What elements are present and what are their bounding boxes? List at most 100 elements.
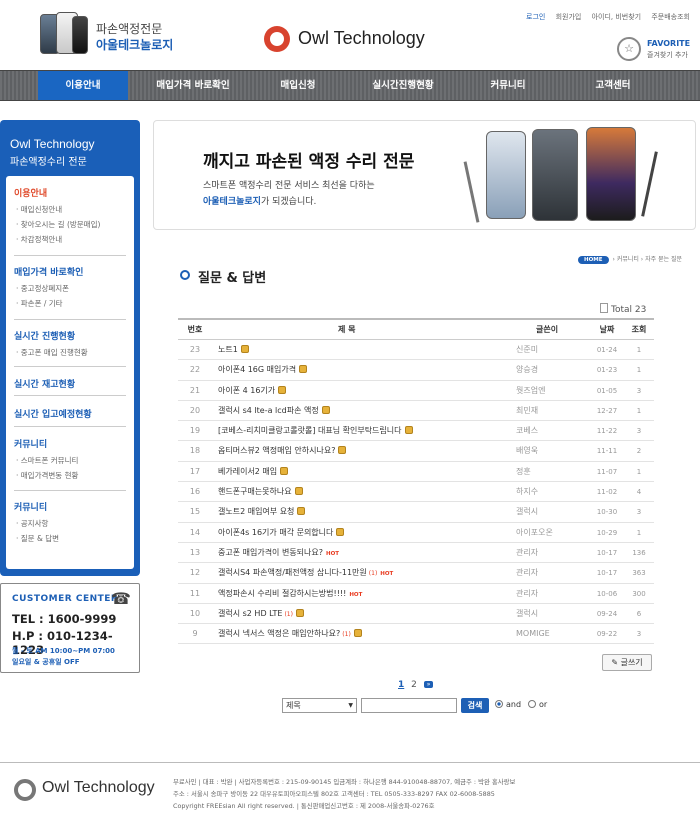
row-number: 16 <box>189 487 201 497</box>
row-date: 09-24 <box>596 609 618 618</box>
table-row[interactable]: 14 아이폰4s 16기가 매각 문의합니다 아이포오온 10-29 1 <box>178 523 654 543</box>
sidebar-item-purchase-progress[interactable]: · 중고폰 매입 진행현황 <box>16 347 88 358</box>
sidebar-item-deduction[interactable]: · 차감정책안내 <box>16 234 62 245</box>
row-date: 11-11 <box>596 447 618 456</box>
next-page-icon[interactable]: » <box>423 681 434 688</box>
table-row[interactable]: 10 갤럭시 s2 HD LTE (1) 갤럭시 09-24 6 <box>178 604 654 625</box>
search-bar: 제목 검색 and or <box>282 697 582 715</box>
nav-item-community[interactable]: 커뮤니티 <box>468 71 548 100</box>
divider <box>14 426 126 427</box>
nav-item-apply[interactable]: 매입신청 <box>258 71 338 100</box>
header-hits: 조회 <box>631 325 647 334</box>
sidebar-item-used-phones[interactable]: · 중고정상폐지폰 <box>16 283 69 294</box>
row-subject[interactable]: 갤노트2 매입여부 요청 <box>218 502 306 522</box>
nav-item-progress[interactable]: 실시간진행현황 <box>348 71 458 100</box>
row-subject[interactable]: 옵티머스뷰2 액정매입 안하시나요? <box>218 441 347 461</box>
favorite-subtitle: 즐겨찾기 추가 <box>647 51 688 59</box>
row-subject[interactable]: 아이폰4s 16기가 매각 문의합니다 <box>218 523 345 543</box>
sidebar-section-progress[interactable]: 실시간 진행현황 <box>14 329 75 342</box>
sidebar-section-guide[interactable]: 이용안내 <box>14 186 47 199</box>
radio-or[interactable]: or <box>528 700 547 709</box>
row-hits: 3 <box>636 386 642 395</box>
row-date: 10-17 <box>596 548 618 557</box>
row-subject[interactable]: 갤럭시 s2 HD LTE (1) <box>218 604 304 625</box>
hero-banner: 깨지고 파손된 액정 수리 전문 스마트폰 액정수리 전문 서비스 최선을 다하… <box>153 120 696 230</box>
row-subject[interactable]: [코베스-리치미클랑고롤랏롤] 대표님 확인부탁드립니다 <box>218 421 413 441</box>
radio-and[interactable]: and <box>495 700 521 709</box>
radio-unchecked-icon <box>528 700 536 708</box>
lock-icon <box>404 426 413 435</box>
sidebar-item-notice[interactable]: · 공지사항 <box>16 518 48 529</box>
sidebar-item-broken-phones[interactable]: · 파손폰 / 기타 <box>16 298 63 309</box>
sidebar-section-community-2[interactable]: 커뮤니티 <box>14 500 47 513</box>
sidebar-section-stock[interactable]: 실시간 재고현황 <box>14 377 75 390</box>
table-row[interactable]: 12 갤럭시S4 파손액정/패전액정 삽니다-11만원 (1) HOT 관리자 10-17… <box>178 563 654 584</box>
comment-count: (1) <box>284 610 293 618</box>
row-subject[interactable]: 핸드폰구매는못하나요 <box>218 482 303 502</box>
find-account-link[interactable]: 아이디, 비번찾기 <box>592 13 642 21</box>
signup-link[interactable]: 회원가입 <box>556 13 582 21</box>
customer-center: CUSTOMER CENTER ☎ TEL : 1600-9999 H.P : … <box>0 583 140 673</box>
table-row[interactable]: 9 갤럭시 넥서스 액정은 매입안하나요? (1) MOMIGE 09-22 3 <box>178 624 654 645</box>
total-count: Total 23 <box>600 303 646 315</box>
table-row[interactable]: 16 핸드폰구매는못하나요 하지수 11-02 4 <box>178 482 654 503</box>
table-row[interactable]: 23 노트1 신준미 01-24 1 <box>178 340 654 361</box>
row-subject[interactable]: 갤럭시 넥서스 액정은 매입안하나요? (1) <box>218 624 362 645</box>
row-number: 18 <box>189 446 201 456</box>
hot-icon: HOT <box>380 571 394 578</box>
row-subject[interactable]: 노트1 <box>218 340 249 360</box>
row-subject[interactable]: 중고폰 매입가격이 변동되나요? HOT <box>218 543 339 564</box>
lock-icon <box>240 345 249 353</box>
table-row[interactable]: 15 갤노트2 매입여부 요청 갤럭시 10-30 3 <box>178 502 654 523</box>
site-logo[interactable]: 파손액정전문 아울테크놀로지 <box>38 10 188 60</box>
sidebar-item-apply-guide[interactable]: · 매입신청안내 <box>16 204 62 215</box>
sidebar-item-qna[interactable]: · 질문 & 답변 <box>16 533 59 544</box>
table-row[interactable]: 17 베가레이서2 매입 정훈 11-07 1 <box>178 462 654 483</box>
page-2[interactable]: 2 <box>411 680 417 690</box>
search-field-select[interactable]: 제목 <box>282 698 357 713</box>
row-date: 09-22 <box>596 630 618 639</box>
sidebar-item-smartphone-community[interactable]: · 스마트폰 커뮤니티 <box>16 455 78 466</box>
table-row[interactable]: 20 갤럭시 s4 lte-a lcd파손 액정 최민재 12-27 1 <box>178 401 654 422</box>
favorite-button[interactable]: ☆ FAVORITE 즐겨찾기 추가 <box>617 37 697 65</box>
radio-checked-icon <box>495 700 503 708</box>
row-subject[interactable]: 아이폰4 16G 매입가격 <box>218 360 308 380</box>
row-hits: 1 <box>636 528 642 537</box>
row-subject[interactable]: 갤럭시S4 파손액정/패전액정 삽니다-11만원 (1) HOT <box>218 563 393 584</box>
table-row[interactable]: 22 아이폰4 16G 매입가격 양승경 01-23 1 <box>178 360 654 381</box>
search-input[interactable] <box>361 698 457 713</box>
sidebar-item-price-change[interactable]: · 매입가격변동 현황 <box>16 470 78 481</box>
row-subject[interactable]: 아이폰 4 16기가 <box>218 381 287 401</box>
search-button[interactable]: 검색 <box>461 698 489 713</box>
row-hits: 6 <box>636 609 642 618</box>
row-date: 10-17 <box>596 569 618 578</box>
nav-item-guide[interactable]: 이용안내 <box>38 71 128 100</box>
row-writer: 관리자 <box>516 547 539 557</box>
row-writer: 양승경 <box>516 365 539 375</box>
table-row[interactable]: 19 [코베스-리치미클랑고롤랏롤] 대표님 확인부탁드립니다 코베스 11-22 3 <box>178 421 654 442</box>
write-button[interactable]: ✎ 글쓰기 <box>602 654 652 671</box>
table-row[interactable]: 11 액정파손시 수리비 절감하시는방법!!!! HOT 관리자 10-06 300 <box>178 584 654 604</box>
sidebar-section-incoming[interactable]: 실시간 입고예정현황 <box>14 407 92 420</box>
table-row[interactable]: 18 옵티머스뷰2 액정매입 안하시나요? 배영욱 11-11 2 <box>178 441 654 462</box>
row-subject[interactable]: 갤럭시 s4 lte-a lcd파손 액정 <box>218 401 330 421</box>
nav-item-price[interactable]: 매입가격 바로확인 <box>138 71 248 100</box>
login-link[interactable]: 로그인 <box>526 13 545 21</box>
row-hits: 1 <box>636 406 642 415</box>
lock-icon <box>278 385 287 394</box>
sidebar-section-price[interactable]: 매입가격 바로확인 <box>14 265 83 278</box>
owl-logo-icon <box>264 26 290 52</box>
order-tracking-link[interactable]: 주문배송조회 <box>651 13 690 21</box>
row-subject[interactable]: 액정파손시 수리비 절감하시는방법!!!! HOT <box>218 584 362 605</box>
breadcrumb-home[interactable]: HOME <box>578 256 609 264</box>
sidebar-section-community[interactable]: 커뮤니티 <box>14 437 47 450</box>
nav-item-support[interactable]: 고객센터 <box>568 71 658 100</box>
document-icon <box>600 303 608 313</box>
sidebar-item-directions[interactable]: · 찾아오시는 길 (방문매입) <box>16 219 100 230</box>
row-subject[interactable]: 베가레이서2 매입 <box>218 462 289 482</box>
row-writer: 관리자 <box>516 568 539 578</box>
table-row[interactable]: 13 중고폰 매입가격이 변동되나요? HOT 관리자 10-17 136 <box>178 543 654 564</box>
row-number: 12 <box>189 568 201 578</box>
page-1[interactable]: 1 <box>398 680 404 690</box>
table-row[interactable]: 21 아이폰 4 16기가 뭣즈업엔 01-05 3 <box>178 381 654 401</box>
